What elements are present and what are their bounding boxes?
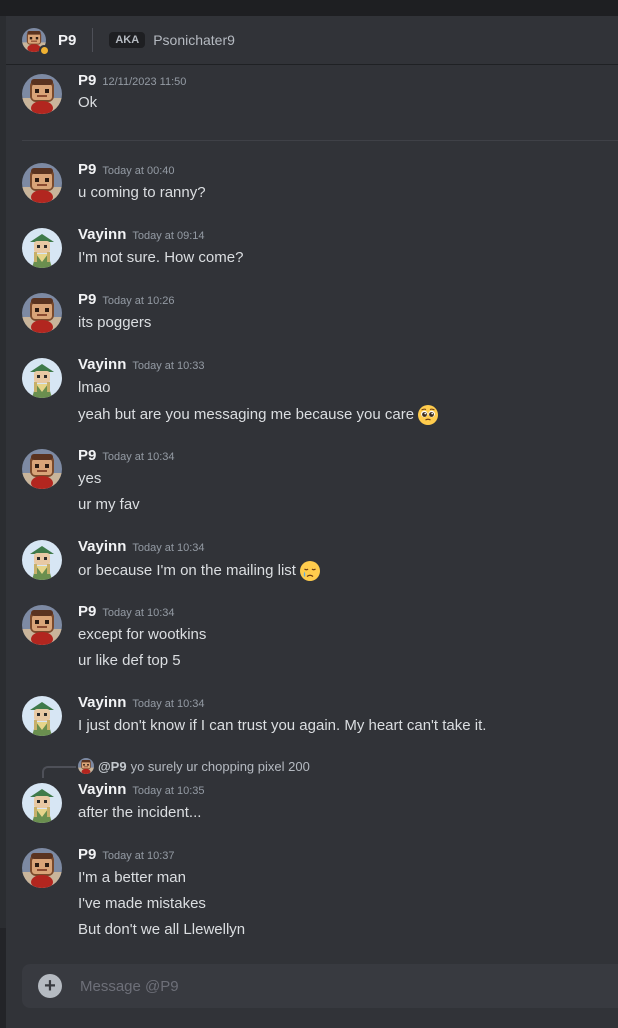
dm-header: P9 AKA Psonichater9 xyxy=(6,16,618,64)
avatar[interactable] xyxy=(22,74,62,114)
author-name[interactable]: P9 xyxy=(78,603,96,620)
avatar[interactable] xyxy=(22,449,62,489)
aka-name: Psonichater9 xyxy=(153,32,235,48)
message-line: But don't we all Llewellyn xyxy=(78,921,246,938)
message-text: after the incident... xyxy=(78,803,201,823)
avatar[interactable] xyxy=(22,540,62,580)
dm-username[interactable]: P9 xyxy=(58,32,76,49)
message-timestamp: Today at 10:26 xyxy=(102,295,175,307)
author-name[interactable]: P9 xyxy=(78,291,96,308)
author-name[interactable]: Vayinn xyxy=(78,538,126,555)
message-line: u coming to ranny? xyxy=(78,184,206,201)
message-line: Ok xyxy=(78,94,98,111)
message-text: yes xyxy=(78,469,101,489)
avatar[interactable] xyxy=(22,358,62,398)
message-text: Ok xyxy=(78,93,97,113)
message-author[interactable]: P9 12/11/2023 11:50 xyxy=(78,72,186,91)
message-line: or because I'm on the mailing list xyxy=(78,562,296,579)
reply-avatar xyxy=(78,758,94,774)
pleading-face-icon[interactable] xyxy=(417,404,439,426)
title-bar xyxy=(0,0,618,16)
reply-author[interactable]: @P9 xyxy=(98,759,127,774)
message-line: I've made mistakes xyxy=(78,895,206,912)
message-timestamp: Today at 10:34 xyxy=(132,542,205,554)
message-author[interactable]: Vayinn Today at 10:34 xyxy=(78,694,205,713)
message-text: lmao xyxy=(78,378,111,398)
message-author[interactable]: P9 Today at 10:37 xyxy=(78,846,175,865)
aka-badge: AKA xyxy=(109,32,146,48)
message-author[interactable]: P9 Today at 10:26 xyxy=(78,291,175,310)
author-name[interactable]: P9 xyxy=(78,161,96,178)
message-timestamp: Today at 10:34 xyxy=(132,698,205,710)
message-timestamp: Today at 10:35 xyxy=(132,785,205,797)
author-name[interactable]: P9 xyxy=(78,447,96,464)
message-timestamp: Today at 10:34 xyxy=(102,451,175,463)
crying-face-icon[interactable] xyxy=(299,560,321,582)
message-timestamp: 12/11/2023 11:50 xyxy=(102,76,187,88)
message-line: I'm not sure. How come? xyxy=(78,249,244,266)
message-line: except for wootkins xyxy=(78,626,207,643)
header-divider xyxy=(92,28,94,52)
message-author[interactable]: Vayinn Today at 10:34 xyxy=(78,538,205,557)
avatar[interactable] xyxy=(22,605,62,645)
reply-preview[interactable]: @P9 yo surely ur chopping pixel 200 xyxy=(78,758,310,774)
message-line: lmao xyxy=(78,379,111,396)
message-text: u coming to ranny? xyxy=(78,183,206,203)
avatar[interactable] xyxy=(22,228,62,268)
message-composer: + xyxy=(22,964,618,1008)
message-text: ur like def top 5 xyxy=(78,651,181,671)
message-author[interactable]: Vayinn Today at 10:33 xyxy=(78,356,205,375)
message-line: yes xyxy=(78,470,102,487)
message-author[interactable]: Vayinn Today at 10:35 xyxy=(78,781,205,800)
message-timestamp: Today at 00:40 xyxy=(102,165,175,177)
avatar[interactable] xyxy=(22,163,62,203)
message-text: or because I'm on the mailing list xyxy=(78,560,321,582)
message-text: ur my fav xyxy=(78,495,140,515)
author-name[interactable]: Vayinn xyxy=(78,226,126,243)
message-timestamp: Today at 09:14 xyxy=(132,230,205,242)
message-text: except for wootkins xyxy=(78,625,206,645)
message-line: ur my fav xyxy=(78,496,140,513)
author-name[interactable]: Vayinn xyxy=(78,356,126,373)
message-author[interactable]: Vayinn Today at 09:14 xyxy=(78,226,205,245)
avatar[interactable] xyxy=(22,293,62,333)
header-avatar[interactable] xyxy=(22,28,49,55)
message-text: I've made mistakes xyxy=(78,894,206,914)
idle-status-icon xyxy=(39,45,49,55)
date-divider xyxy=(22,140,618,141)
message-timestamp: Today at 10:33 xyxy=(132,360,205,372)
reply-text: yo surely ur chopping pixel 200 xyxy=(130,758,310,774)
message-author[interactable]: P9 Today at 10:34 xyxy=(78,447,175,466)
author-name[interactable]: P9 xyxy=(78,72,96,89)
message-line: after the incident... xyxy=(78,804,202,821)
message-author[interactable]: P9 Today at 10:34 xyxy=(78,603,175,622)
message-list[interactable]: P9 12/11/2023 11:50 Ok P9 Today at 00:40 u co… xyxy=(6,64,618,964)
message-text: its poggers xyxy=(78,313,151,333)
reply-spine xyxy=(42,766,76,778)
message-text: I'm not sure. How come? xyxy=(78,248,243,268)
author-name[interactable]: Vayinn xyxy=(78,694,126,711)
avatar[interactable] xyxy=(22,696,62,736)
message-author[interactable]: P9 Today at 00:40 xyxy=(78,161,175,180)
message-timestamp: Today at 10:34 xyxy=(102,607,175,619)
author-name[interactable]: Vayinn xyxy=(78,781,126,798)
message-text: yeah but are you messaging me because yo… xyxy=(78,404,439,426)
author-name[interactable]: P9 xyxy=(78,846,96,863)
message-text: I'm a better man xyxy=(78,868,186,888)
message-timestamp: Today at 10:37 xyxy=(102,850,175,862)
message-text: I just don't know if I can trust you aga… xyxy=(78,716,486,736)
message-line: yeah but are you messaging me because yo… xyxy=(78,406,415,423)
message-line: ur like def top 5 xyxy=(78,652,181,669)
message-text: But don't we all Llewellyn xyxy=(78,920,245,940)
message-line: I'm a better man xyxy=(78,869,186,886)
message-line: I just don't know if I can trust you aga… xyxy=(78,717,487,734)
avatar[interactable] xyxy=(22,783,62,823)
message-input[interactable] xyxy=(78,976,562,996)
avatar[interactable] xyxy=(22,848,62,888)
message-line: its poggers xyxy=(78,314,152,331)
plus-icon[interactable]: + xyxy=(38,974,62,998)
